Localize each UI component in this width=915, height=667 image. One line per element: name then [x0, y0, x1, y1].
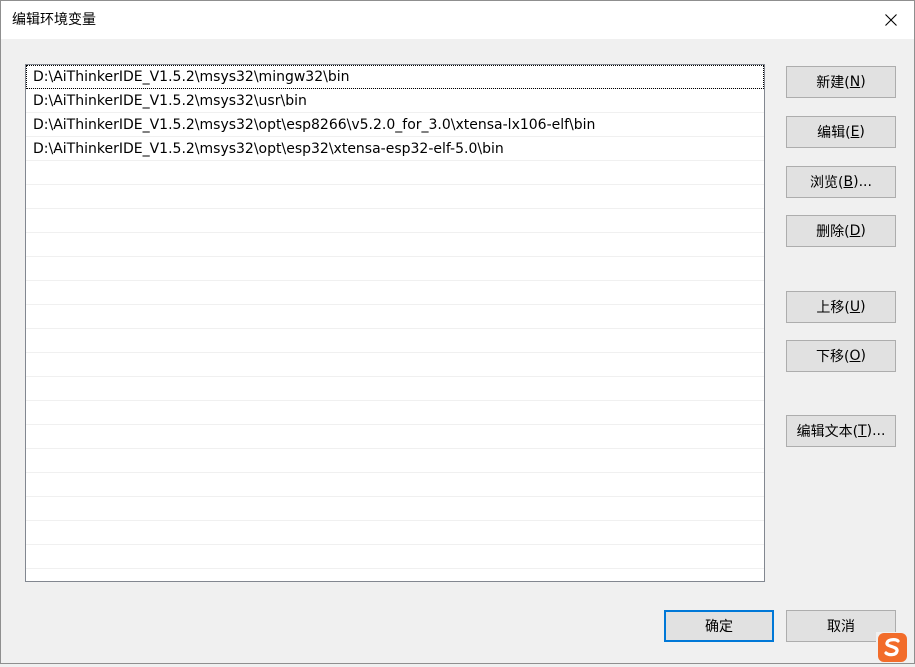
empty-list-row[interactable]: [26, 185, 764, 209]
close-icon: [885, 14, 897, 26]
path-list-item[interactable]: D:\AiThinkerIDE_V1.5.2\msys32\usr\bin: [26, 89, 764, 113]
sogou-input-icon[interactable]: [876, 632, 909, 663]
move-down-button[interactable]: 下移(O): [786, 340, 896, 372]
empty-list-row[interactable]: [26, 329, 764, 353]
empty-list-row[interactable]: [26, 377, 764, 401]
move-up-button[interactable]: 上移(U): [786, 291, 896, 323]
delete-button[interactable]: 删除(D): [786, 215, 896, 247]
empty-list-row[interactable]: [26, 233, 764, 257]
empty-list-row[interactable]: [26, 257, 764, 281]
ok-button[interactable]: 确定: [664, 610, 774, 642]
empty-list-row[interactable]: [26, 305, 764, 329]
empty-list-row[interactable]: [26, 545, 764, 569]
empty-list-row[interactable]: [26, 569, 764, 581]
path-list-item[interactable]: D:\AiThinkerIDE_V1.5.2\msys32\opt\esp826…: [26, 113, 764, 137]
empty-list-row[interactable]: [26, 473, 764, 497]
browse-button[interactable]: 浏览(B)...: [786, 166, 896, 198]
empty-list-row[interactable]: [26, 425, 764, 449]
path-list-item[interactable]: D:\AiThinkerIDE_V1.5.2\msys32\mingw32\bi…: [26, 65, 764, 89]
path-list-item[interactable]: D:\AiThinkerIDE_V1.5.2\msys32\opt\esp32\…: [26, 137, 764, 161]
empty-list-row[interactable]: [26, 497, 764, 521]
empty-list-row[interactable]: [26, 161, 764, 185]
title-bar: 编辑环境变量: [1, 1, 914, 39]
close-button[interactable]: [868, 1, 914, 39]
empty-list-row[interactable]: [26, 449, 764, 473]
new-button[interactable]: 新建(N): [786, 66, 896, 98]
edit-button[interactable]: 编辑(E): [786, 116, 896, 148]
empty-list-row[interactable]: [26, 401, 764, 425]
dialog-title: 编辑环境变量: [12, 12, 96, 28]
path-list[interactable]: D:\AiThinkerIDE_V1.5.2\msys32\mingw32\bi…: [25, 64, 765, 582]
empty-list-row[interactable]: [26, 521, 764, 545]
edit-env-var-dialog: 编辑环境变量 D:\AiThinkerIDE_V1.5.2\msys32\min…: [0, 0, 915, 664]
empty-list-row[interactable]: [26, 281, 764, 305]
empty-list-row[interactable]: [26, 209, 764, 233]
empty-list-row[interactable]: [26, 353, 764, 377]
edit-text-button[interactable]: 编辑文本(T)...: [786, 415, 896, 447]
